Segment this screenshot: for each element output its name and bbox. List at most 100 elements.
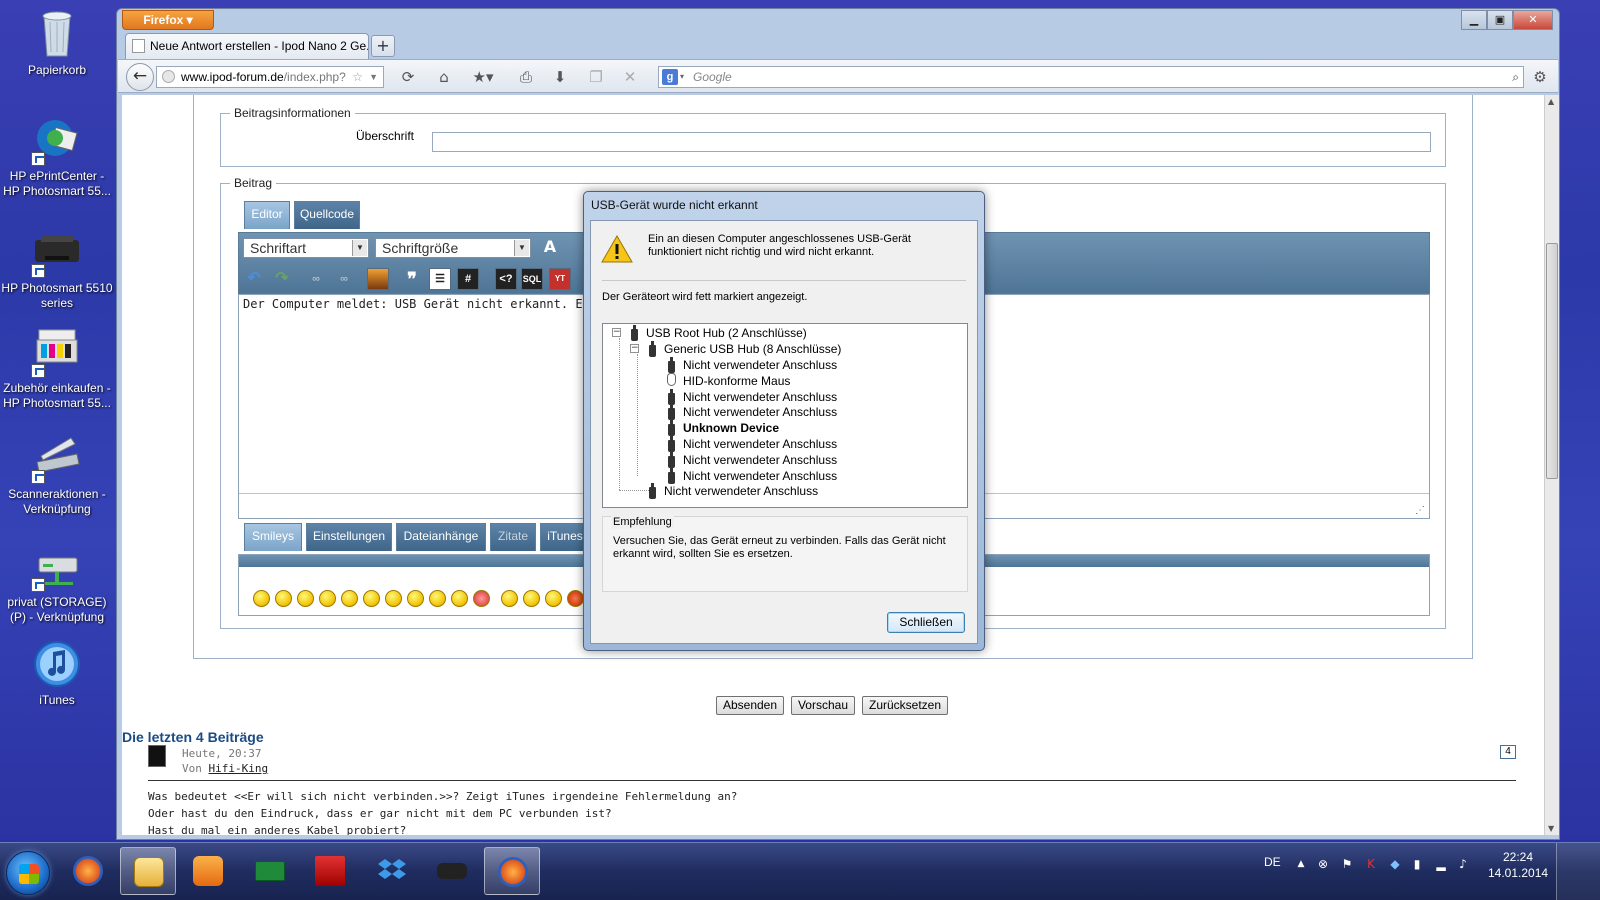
tab-einstellungen[interactable]: Einstellungen [306, 523, 392, 551]
search-magnifier-icon[interactable]: ⌕ [1512, 67, 1519, 87]
desktop-icon-scanner[interactable]: Scanneraktionen - Verknüpfung [0, 432, 114, 517]
tree-node-root-hub[interactable]: USB Root Hub (2 Anschlüsse) [646, 326, 807, 340]
quote-icon[interactable]: ❞ [401, 268, 423, 290]
print-icon[interactable]: ⎙ [516, 68, 536, 88]
undo-icon[interactable]: ↶ [243, 268, 265, 290]
remove-link-icon[interactable]: ∞ [333, 268, 355, 290]
smiley-sad-icon[interactable] [275, 590, 292, 607]
smiley-smile-icon[interactable] [253, 590, 270, 607]
network-tray-icon[interactable]: ⊗ [1316, 857, 1330, 871]
font-family-select[interactable]: Schriftart ▼ [243, 238, 369, 258]
tab-quellcode[interactable]: Quellcode [294, 201, 360, 229]
tree-node-port[interactable]: Nicht verwendeter Anschluss [683, 405, 837, 419]
tree-collapse-toggle[interactable]: − [612, 328, 621, 337]
font-size-select[interactable]: Schriftgröße ▼ [375, 238, 531, 258]
taskbar-firefox-active[interactable] [484, 847, 540, 895]
taskbar-dropbox[interactable] [364, 847, 420, 895]
tree-node-port[interactable]: Nicht verwendeter Anschluss [683, 358, 837, 372]
smiley-question-icon[interactable] [545, 590, 562, 607]
smiley-grin-icon[interactable] [363, 590, 380, 607]
show-hidden-icons-icon[interactable]: ▲ [1294, 857, 1308, 871]
safely-remove-hardware-icon[interactable]: ▮ [1410, 857, 1424, 871]
tree-node-port[interactable]: Nicht verwendeter Anschluss [683, 469, 837, 483]
smiley-happy-icon[interactable] [297, 590, 314, 607]
code-icon[interactable]: <? [495, 268, 517, 290]
tree-node-root-port[interactable]: Nicht verwendeter Anschluss [664, 484, 818, 498]
show-desktop-button[interactable] [1556, 843, 1600, 900]
signal-strength-icon[interactable]: ▂ [1434, 857, 1448, 871]
taskbar-app-green[interactable] [242, 847, 298, 895]
taskbar-kaspersky[interactable] [302, 847, 358, 895]
post-number-badge[interactable]: 4 [1500, 745, 1516, 759]
tree-node-port[interactable]: Nicht verwendeter Anschluss [683, 437, 837, 451]
tab-editor[interactable]: Editor [244, 201, 290, 229]
addon-icon[interactable]: ⚙ [1530, 68, 1550, 88]
download-icon[interactable]: ⬇ [550, 68, 570, 88]
new-tab-button[interactable]: + [371, 35, 395, 57]
tree-collapse-toggle[interactable]: − [630, 344, 639, 353]
back-button[interactable]: ← [126, 63, 154, 91]
desktop-icon-itunes[interactable]: iTunes [0, 638, 114, 708]
vorschau-button[interactable]: Vorschau [791, 696, 855, 715]
url-bar[interactable]: www.ipod-forum.de/index.php? ☆ ▼ [156, 66, 384, 88]
scroll-up-icon[interactable]: ▲ [1548, 97, 1554, 106]
tree-node-port[interactable]: Nicht verwendeter Anschluss [683, 453, 837, 467]
smiley-confused-icon[interactable] [451, 590, 468, 607]
insert-image-icon[interactable] [367, 268, 389, 290]
maximize-button[interactable]: ▣ [1487, 10, 1513, 30]
bookmark-star-icon[interactable]: ☆ [352, 67, 363, 87]
kaspersky-tray-icon[interactable]: K [1364, 857, 1378, 871]
start-button[interactable] [6, 851, 50, 895]
bookmarks-menu-icon[interactable]: ★▾ [468, 68, 498, 88]
home-icon[interactable]: ⌂ [434, 68, 454, 88]
smiley-kiss-icon[interactable] [473, 590, 490, 607]
hashtag-icon[interactable]: # [457, 268, 479, 290]
clock-time[interactable]: 22:24 [1503, 850, 1533, 864]
absenden-button[interactable]: Absenden [716, 696, 784, 715]
usb-device-tree[interactable]: − USB Root Hub (2 Anschlüsse) − Generic … [602, 323, 968, 508]
minimize-button[interactable]: ▁ [1461, 10, 1487, 30]
taskbar-media-player[interactable] [180, 847, 236, 895]
font-color-icon[interactable]: A [539, 237, 561, 259]
spoiler-icon[interactable]: ☰ [429, 268, 451, 290]
tab-smileys[interactable]: Smileys [244, 523, 302, 551]
clock-date[interactable]: 14.01.2014 [1488, 866, 1548, 880]
desktop-icon-recycle-bin[interactable]: Papierkorb [0, 8, 114, 78]
smiley-angry-icon[interactable] [385, 590, 402, 607]
youtube-icon[interactable]: YT [549, 268, 571, 290]
smiley-mad-icon[interactable] [567, 590, 584, 607]
insert-link-icon[interactable]: ∞ [305, 268, 327, 290]
scrollbar-thumb[interactable] [1546, 243, 1558, 479]
search-engine-dropdown-icon[interactable]: ▾ [680, 67, 684, 87]
avatar[interactable] [148, 745, 166, 767]
action-center-flag-icon[interactable]: ⚑ [1340, 857, 1354, 871]
desktop-icon-zubehoer[interactable]: Zubehör einkaufen - HP Photosmart 55... [0, 326, 114, 411]
tree-node-port[interactable]: Nicht verwendeter Anschluss [683, 390, 837, 404]
page-scrollbar[interactable]: ▲ ▼ [1544, 95, 1559, 835]
tab-dateianhaenge[interactable]: Dateianhänge [396, 523, 486, 551]
search-bar[interactable]: g ▾ Google ⌕ [658, 66, 1524, 88]
tab-neue-antwort[interactable]: Neue Antwort erstellen - Ipod Nano 2 Ge.… [125, 33, 369, 59]
url-dropdown-icon[interactable]: ▼ [369, 67, 378, 87]
copy-icon[interactable]: ❐ [586, 68, 606, 88]
sql-icon[interactable]: SQL [521, 268, 543, 290]
close-window-button[interactable]: ✕ [1513, 10, 1553, 30]
firefox-menu-button[interactable]: Firefox ▾ [122, 10, 214, 30]
smiley-annoyed-icon[interactable] [501, 590, 518, 607]
volume-icon[interactable]: ♪ [1456, 857, 1470, 871]
smiley-tongue-icon[interactable] [319, 590, 336, 607]
zuruecksetzen-button[interactable]: Zurücksetzen [862, 696, 948, 715]
taskbar-hp-printer[interactable] [424, 847, 480, 895]
desktop-icon-hp-eprintcenter[interactable]: HP ePrintCenter - HP Photosmart 55... [0, 114, 114, 199]
stop-icon[interactable]: ✕ [620, 68, 640, 88]
smiley-rolleyes-icon[interactable] [523, 590, 540, 607]
taskbar-firefox[interactable] [60, 847, 116, 895]
smiley-cool-icon[interactable] [341, 590, 358, 607]
desktop-icon-storage-drive[interactable]: privat (STORAGE) (P) - Verknüpfung [0, 540, 114, 625]
language-indicator[interactable]: DE [1264, 855, 1281, 869]
post-author-link[interactable]: Hifi-King [209, 762, 269, 775]
redo-icon[interactable]: ↷ [271, 268, 293, 290]
scroll-down-icon[interactable]: ▼ [1548, 824, 1554, 833]
tab-zitate[interactable]: Zitate [490, 523, 536, 551]
reload-icon[interactable]: ⟳ [398, 68, 418, 88]
